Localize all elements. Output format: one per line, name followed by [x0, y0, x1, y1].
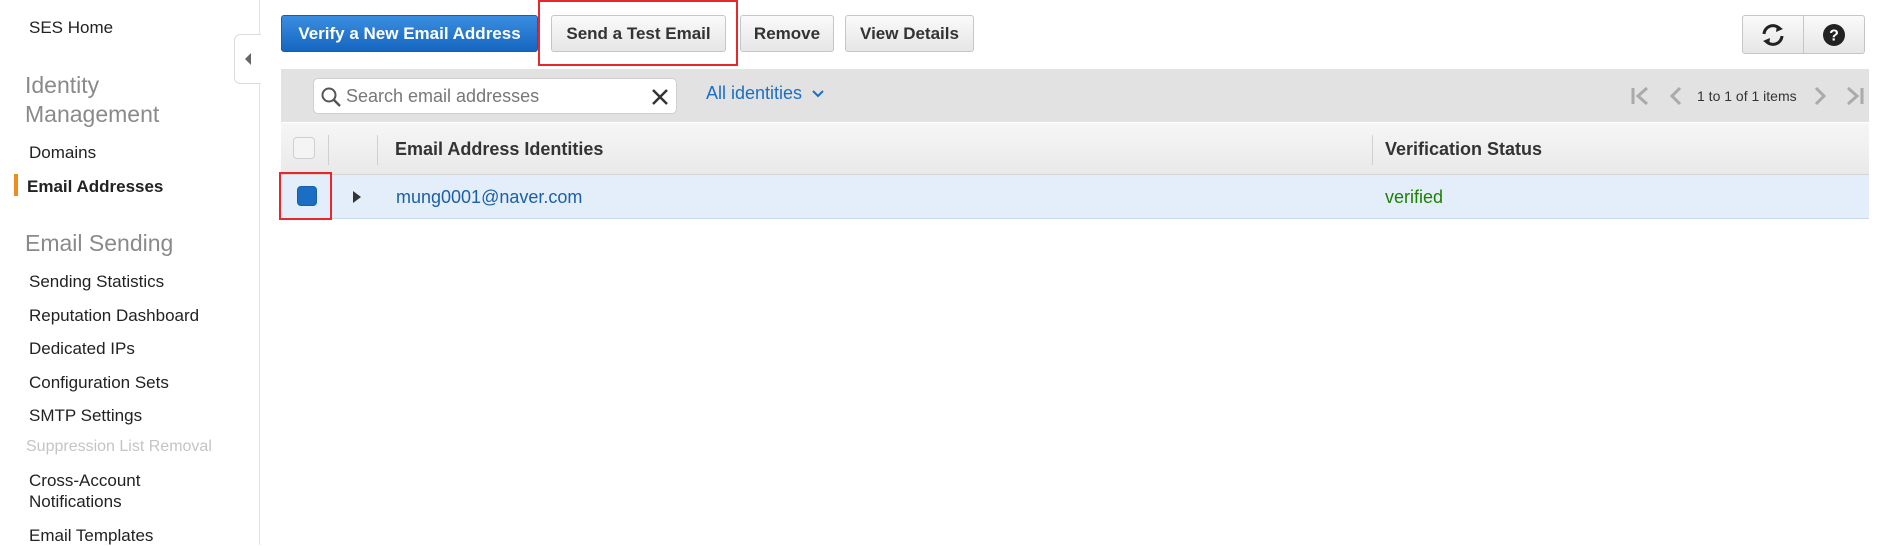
sidebar-item-domains[interactable]: Domains: [29, 143, 96, 163]
verify-new-email-button[interactable]: Verify a New Email Address: [281, 15, 538, 52]
active-indicator: [14, 174, 18, 196]
sidebar-item-smtp-settings[interactable]: SMTP Settings: [29, 406, 142, 426]
sidebar-item-reputation-dashboard[interactable]: Reputation Dashboard: [29, 306, 199, 326]
last-page-icon[interactable]: [1843, 86, 1865, 106]
sidebar-item-dedicated-ips[interactable]: Dedicated IPs: [29, 339, 135, 359]
section-title-line: Identity: [25, 72, 100, 98]
highlight-box: [279, 172, 332, 220]
sidebar-section-identity-management: Identity Management: [25, 71, 159, 129]
verification-status: verified: [1385, 186, 1444, 207]
nav-label-line: Cross-Account: [29, 471, 141, 490]
identity-filter-label: All identities: [706, 83, 803, 103]
table-row[interactable]: mung0001@naver.com verified: [281, 175, 1869, 219]
next-page-icon[interactable]: [1812, 86, 1828, 106]
column-divider: [377, 135, 378, 165]
previous-page-icon[interactable]: [1668, 86, 1684, 106]
search-icon: [321, 87, 341, 107]
sidebar-item-sending-statistics[interactable]: Sending Statistics: [29, 272, 164, 292]
chevron-down-icon: [812, 89, 824, 97]
sidebar-item-configuration-sets[interactable]: Configuration Sets: [29, 373, 169, 393]
search-input[interactable]: [344, 84, 639, 108]
remove-button[interactable]: Remove: [740, 15, 834, 52]
pagination-text: 1 to 1 of 1 items: [1697, 88, 1797, 104]
svg-text:?: ?: [1829, 27, 1839, 44]
column-header-status[interactable]: Verification Status: [1385, 123, 1542, 175]
sidebar-section-email-sending: Email Sending: [25, 230, 174, 256]
help-icon: ?: [1823, 23, 1845, 46]
caret-left-icon: [245, 53, 251, 65]
sidebar-item-cross-account-notifications[interactable]: Cross-Account Notifications: [29, 470, 140, 512]
view-details-button[interactable]: View Details: [845, 15, 974, 52]
identity-filter-dropdown[interactable]: All identities: [706, 83, 824, 104]
collapse-sidebar-button[interactable]: [234, 34, 261, 84]
refresh-button[interactable]: [1742, 15, 1804, 54]
clear-search-icon[interactable]: [650, 87, 670, 107]
search-box: [313, 78, 677, 114]
table-header: Email Address Identities Verification St…: [281, 123, 1869, 175]
sidebar-item-email-addresses[interactable]: Email Addresses: [27, 177, 163, 197]
sidebar: SES Home Identity Management Domains Ema…: [0, 0, 260, 545]
select-all-checkbox[interactable]: [293, 137, 315, 159]
column-header-email[interactable]: Email Address Identities: [395, 123, 603, 175]
sidebar-item-email-templates[interactable]: Email Templates: [29, 526, 153, 546]
sidebar-item-suppression-list-removal: Suppression List Removal: [26, 438, 212, 455]
send-test-email-button[interactable]: Send a Test Email: [551, 15, 726, 52]
email-address-link[interactable]: mung0001@naver.com: [396, 175, 582, 219]
nav-label-line: Notifications: [29, 492, 122, 511]
column-divider: [1372, 135, 1373, 165]
section-title-line: Management: [25, 101, 160, 127]
sidebar-item-ses-home[interactable]: SES Home: [29, 18, 113, 38]
column-divider: [328, 135, 329, 165]
help-button[interactable]: ?: [1803, 15, 1865, 54]
first-page-icon[interactable]: [1630, 86, 1652, 106]
refresh-icon: [1762, 23, 1784, 46]
expand-row-icon[interactable]: [352, 190, 362, 204]
